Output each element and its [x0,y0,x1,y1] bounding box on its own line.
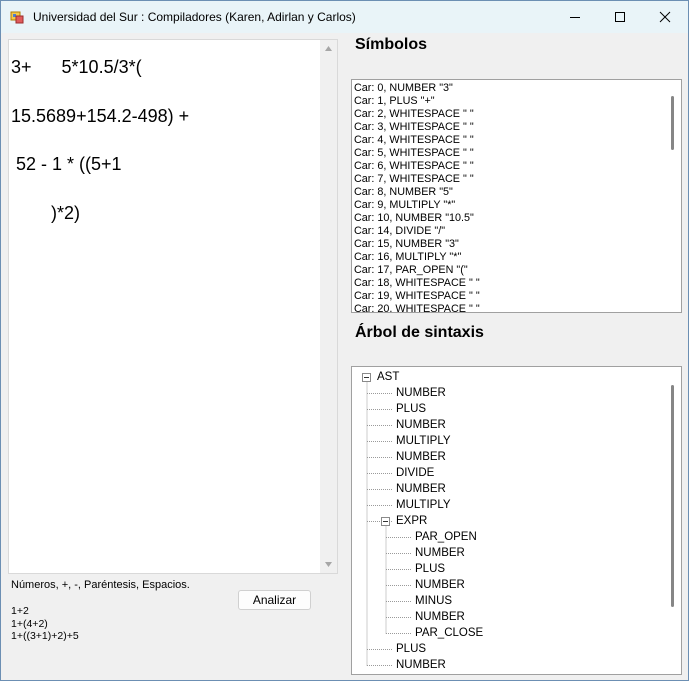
symbol-item[interactable]: Car: 0, NUMBER "3" [354,82,480,95]
tree-node[interactable]: NUMBER [396,418,446,432]
tree-node[interactable]: NUMBER [396,450,446,464]
symbol-item[interactable]: Car: 19, WHITESPACE " " [354,290,480,303]
expression-editor[interactable]: 3+ 5*10.5/3*( 15.5689+154.2-498) + 52 - … [8,39,338,574]
tree-node[interactable]: NUMBER [396,482,446,496]
symbols-list[interactable]: Car: 0, NUMBER "3" Car: 1, PLUS "+" Car: 2… [351,79,682,313]
tree-node[interactable]: NUMBER [415,546,465,560]
tree-node[interactable]: MULTIPLY [396,434,451,448]
symbol-item[interactable]: Car: 10, NUMBER "10.5" [354,212,480,225]
symbol-item[interactable]: Car: 14, DIVIDE "/" [354,225,480,238]
symbol-item[interactable]: Car: 17, PAR_OPEN "(" [354,264,480,277]
analyze-button[interactable]: Analizar [238,590,311,610]
tree-node[interactable]: PLUS [396,402,426,416]
examples-list: 1+2 1+(4+2) 1+((3+1)+2)+5 [11,605,79,643]
title-bar[interactable]: Universidad del Sur : Compiladores (Kare… [1,1,688,33]
close-icon [659,11,671,23]
tree-node[interactable]: MULTIPLY [396,498,451,512]
symbol-item[interactable]: Car: 6, WHITESPACE " " [354,160,480,173]
tree-scrollbar-thumb[interactable] [671,385,674,607]
tree-node[interactable]: PLUS [415,562,445,576]
scroll-down-icon[interactable] [324,561,333,568]
minimize-icon [570,17,580,18]
symbol-item[interactable]: Car: 18, WHITESPACE " " [354,277,480,290]
symbol-item[interactable]: Car: 2, WHITESPACE " " [354,108,480,121]
tree-node[interactable]: PAR_OPEN [415,530,477,544]
input-hint: Números, +, -, Paréntesis, Espacios. [11,579,190,591]
symbol-item[interactable]: Car: 15, NUMBER "3" [354,238,480,251]
symbol-item[interactable]: Car: 9, MULTIPLY "*" [354,199,480,212]
symbol-item[interactable]: Car: 16, MULTIPLY "*" [354,251,480,264]
tree-node[interactable]: EXPR [396,514,427,528]
symbol-item[interactable]: Car: 5, WHITESPACE " " [354,147,480,160]
tree-node[interactable]: AST [377,370,399,384]
symbol-item[interactable]: Car: 3, WHITESPACE " " [354,121,480,134]
main-window: Universidad del Sur : Compiladores (Kare… [0,0,689,681]
maximize-button[interactable] [597,1,643,33]
maximize-icon [615,12,625,22]
collapse-icon[interactable] [362,373,371,382]
tree-node[interactable]: PLUS [396,642,426,656]
window-title: Universidad del Sur : Compiladores (Kare… [33,10,356,24]
symbols-scrollbar-thumb[interactable] [671,96,674,150]
tree-node[interactable]: DIVIDE [396,466,434,480]
syntax-tree-heading: Árbol de sintaxis [355,324,484,341]
collapse-icon[interactable] [381,517,390,526]
expression-text[interactable]: 3+ 5*10.5/3*( 15.5689+154.2-498) + 52 - … [11,43,317,237]
symbol-item[interactable]: Car: 4, WHITESPACE " " [354,134,480,147]
example-item: 1+2 [11,605,29,617]
minimize-button[interactable] [552,1,598,33]
symbol-item[interactable]: Car: 8, NUMBER "5" [354,186,480,199]
symbol-item[interactable]: Car: 1, PLUS "+" [354,95,480,108]
tree-node[interactable]: PAR_CLOSE [415,626,483,640]
example-item: 1+((3+1)+2)+5 [11,630,79,642]
example-item: 1+(4+2) [11,617,48,630]
tree-node[interactable]: MINUS [415,594,452,608]
symbols-heading: Símbolos [355,36,428,53]
syntax-tree[interactable]: AST NUMBER PLUS NUMBER MULTIPLY NUMBER DIVIDE N… [351,366,682,675]
tree-node[interactable]: NUMBER [396,386,446,400]
app-icon [10,11,24,24]
symbol-item[interactable]: Car: 7, WHITESPACE " " [354,173,480,186]
tree-node[interactable]: NUMBER [396,658,446,672]
tree-node[interactable]: NUMBER [415,610,465,624]
close-button[interactable] [642,1,688,33]
tree-node[interactable]: NUMBER [415,578,465,592]
editor-scrollbar[interactable] [320,40,337,573]
symbol-item[interactable]: Car: 20, WHITESPACE " " [354,303,480,312]
scroll-up-icon[interactable] [324,45,333,52]
